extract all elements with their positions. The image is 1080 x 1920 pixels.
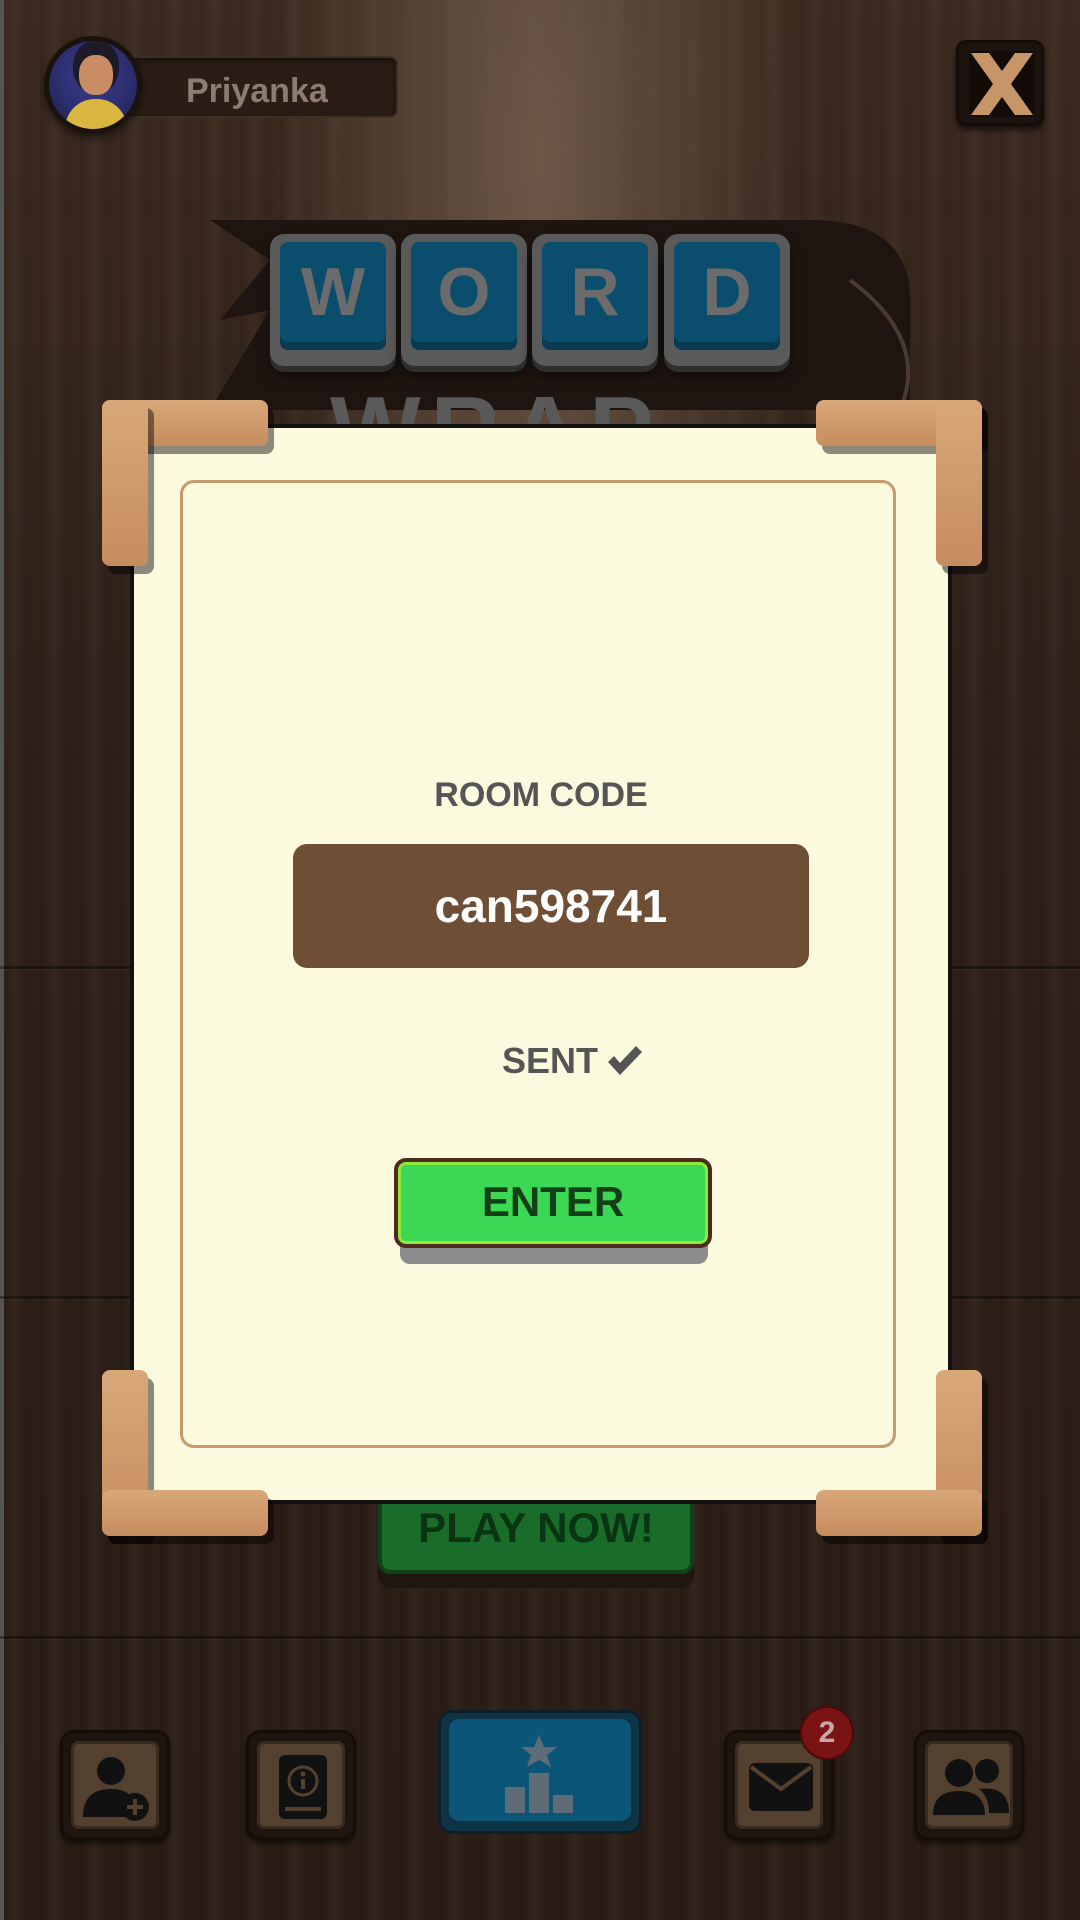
logo-tile-letter: W [300, 254, 366, 330]
messages-badge: 2 [800, 1706, 854, 1760]
messages-badge-count: 2 [818, 1716, 836, 1749]
logo-tile: D [664, 234, 790, 366]
leaderboard-icon [505, 1735, 573, 1813]
friends-icon [933, 1759, 1009, 1815]
add-friend-icon [83, 1757, 149, 1821]
avatar-head [79, 55, 113, 95]
play-now-button[interactable]: PLAY NOW! [378, 1500, 694, 1574]
close-icon [969, 51, 1035, 117]
sent-status: SENT [502, 1040, 642, 1082]
logo-tile: R [532, 234, 658, 366]
logo-tile-letter: D [702, 254, 752, 330]
add-friend-button[interactable] [60, 1730, 170, 1840]
player-name: Priyanka [186, 72, 328, 110]
screen-edge [0, 0, 4, 1920]
dialog-corner-top-right [816, 400, 982, 566]
sent-status-text: SENT [502, 1040, 599, 1081]
info-button[interactable] [246, 1730, 356, 1840]
logo-tile-letter: R [570, 254, 620, 330]
room-code-field: can598741 [293, 844, 809, 968]
avatar-body [65, 99, 127, 129]
leaderboard-button[interactable] [438, 1710, 642, 1834]
player-name-plate: Priyanka [110, 56, 398, 118]
play-now-label: PLAY NOW! [418, 1504, 654, 1551]
info-book-icon [279, 1755, 327, 1819]
dialog-corner-bottom-left [102, 1370, 268, 1536]
friends-button[interactable] [914, 1730, 1024, 1840]
logo-tile: W [270, 234, 396, 366]
close-button[interactable] [956, 40, 1044, 126]
floor-seam [0, 1636, 1080, 1639]
enter-button[interactable]: ENTER [394, 1158, 712, 1248]
logo-tile-letter: O [437, 254, 491, 330]
checkmark-icon [608, 1046, 642, 1075]
dialog-corner-top-left [102, 400, 268, 566]
logo-tile: O [401, 234, 527, 366]
enter-button-label: ENTER [481, 1178, 625, 1225]
room-code-label: ROOM CODE [434, 776, 648, 814]
dialog-corner-bottom-right [816, 1370, 982, 1536]
room-code-value: can598741 [434, 880, 668, 932]
player-avatar[interactable] [44, 36, 142, 134]
